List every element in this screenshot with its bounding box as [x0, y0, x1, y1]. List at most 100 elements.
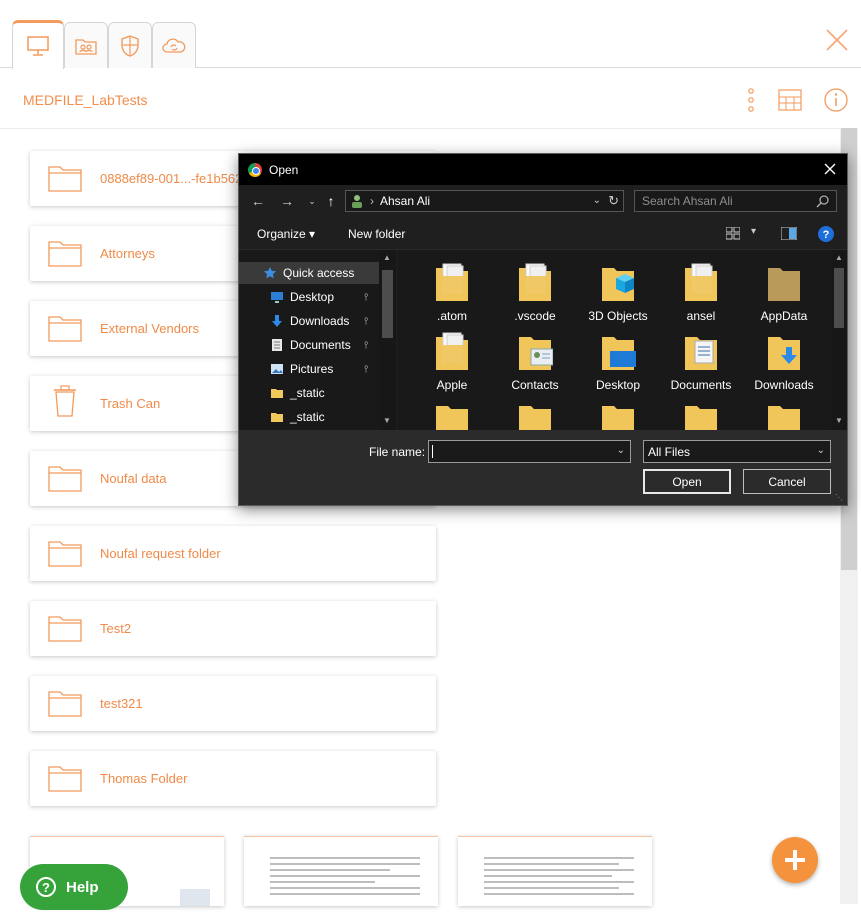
up-arrow-icon[interactable]: ↑ — [322, 192, 340, 210]
folder-item[interactable]: test321 — [30, 676, 436, 731]
address-bar[interactable]: › Ahsan Ali ⌄ ↻ — [345, 190, 624, 212]
folder-icon — [48, 689, 82, 717]
file-item[interactable]: .vscode — [498, 260, 572, 326]
file-item[interactable] — [498, 398, 572, 430]
folder-name: Attorneys — [100, 246, 155, 261]
file-item[interactable]: Desktop — [581, 329, 655, 395]
nav-pane-scrollbar[interactable]: ▲ ▼ — [379, 250, 396, 430]
new-folder-button[interactable]: New folder — [348, 227, 405, 241]
breadcrumb[interactable]: MEDFILE_LabTests — [23, 92, 148, 108]
tab-devices[interactable] — [12, 20, 64, 69]
folder-icon — [48, 164, 82, 192]
open-file-dialog: Open ← → ⌄ ↑ › Ahsan Ali ⌄ ↻ Search Ahsa… — [238, 153, 848, 506]
folder-icon — [270, 386, 284, 400]
view-options-icon[interactable] — [726, 227, 740, 240]
cloud-sync-icon — [162, 38, 186, 53]
tab-security[interactable] — [108, 22, 152, 68]
file-name-input[interactable]: ⌄ — [428, 440, 631, 463]
address-dropdown-icon[interactable]: ⌄ — [593, 195, 601, 206]
file-name-dropdown-icon[interactable]: ⌄ — [617, 445, 625, 456]
file-item[interactable]: Apple — [415, 329, 489, 395]
file-pane-scrollbar[interactable]: ▲ ▼ — [831, 250, 847, 430]
close-icon[interactable] — [825, 28, 849, 52]
search-input[interactable]: Search Ahsan Ali — [634, 190, 837, 212]
help-button[interactable]: ? Help — [20, 864, 128, 910]
file-item[interactable]: ansel — [664, 260, 738, 326]
file-item-label: Contacts — [511, 378, 559, 392]
nav-item[interactable]: Documents ⫯ — [239, 334, 379, 356]
nav-item[interactable]: Quick access — [239, 262, 379, 284]
file-name-label: File name: — [369, 445, 426, 459]
file-item[interactable]: 3D Objects — [581, 260, 655, 326]
nav-item[interactable]: Pictures ⫯ — [239, 358, 379, 380]
file-item-label: Desktop — [595, 378, 641, 392]
file-item[interactable]: Documents — [664, 329, 738, 395]
folder-icon — [48, 239, 82, 267]
file-item-label: Downloads — [754, 378, 814, 392]
back-arrow-icon[interactable]: ← — [249, 192, 267, 210]
file-type-select[interactable]: All Files ⌄ — [643, 440, 831, 463]
help-icon[interactable]: ? — [818, 226, 834, 242]
file-item[interactable] — [747, 398, 821, 430]
folder-name: 0888ef89-001...-fe1b562 — [100, 171, 243, 186]
folder-name: Trash Can — [100, 396, 161, 411]
nav-item[interactable]: _static — [239, 382, 379, 404]
question-icon: ? — [36, 877, 56, 897]
file-thumbnail[interactable] — [458, 836, 652, 906]
folder-icon — [600, 398, 636, 430]
file-item-label: .atom — [436, 309, 467, 323]
cancel-button[interactable]: Cancel — [743, 469, 831, 494]
recent-locations-icon[interactable]: ⌄ — [303, 192, 321, 210]
nav-item[interactable]: _static — [239, 406, 379, 428]
nav-item[interactable]: Downloads ⫯ — [239, 310, 379, 332]
folder-icon — [683, 260, 719, 304]
file-item[interactable]: Downloads — [747, 329, 821, 395]
folder-icon — [683, 329, 719, 373]
folder-name: Thomas Folder — [100, 771, 188, 786]
pictures-icon — [270, 362, 284, 376]
pin-icon: ⫯ — [364, 291, 369, 303]
folder-item[interactable]: Noufal request folder — [30, 526, 436, 581]
file-item[interactable] — [415, 398, 489, 430]
folder-name: Noufal request folder — [100, 546, 221, 561]
folder-icon — [766, 329, 802, 373]
organize-button[interactable]: Organize ▾ — [257, 227, 315, 241]
tab-cloud-sync[interactable] — [152, 22, 196, 68]
file-item-label: Apple — [436, 378, 468, 392]
file-type-dropdown-icon: ⌄ — [816, 445, 825, 456]
add-button[interactable] — [772, 837, 818, 883]
folder-icon — [48, 614, 82, 642]
forward-arrow-icon[interactable]: → — [278, 192, 296, 210]
more-options-icon[interactable] — [738, 87, 764, 113]
folder-item[interactable]: Test2 — [30, 601, 436, 656]
download-icon — [270, 314, 284, 328]
open-button[interactable]: Open — [643, 469, 731, 494]
star-icon — [263, 266, 277, 280]
dialog-close-icon[interactable] — [821, 160, 839, 178]
users-folder-icon — [75, 38, 97, 55]
info-icon[interactable] — [823, 87, 849, 113]
folder-icon — [600, 260, 636, 304]
file-item[interactable] — [581, 398, 655, 430]
view-dropdown-icon[interactable]: ▾ — [751, 226, 756, 237]
address-path: Ahsan Ali — [380, 194, 431, 208]
folder-item[interactable]: Thomas Folder — [30, 751, 436, 806]
resize-grip-icon[interactable]: ⋱ — [835, 493, 845, 503]
file-item[interactable]: .atom — [415, 260, 489, 326]
folder-icon — [48, 314, 82, 342]
preview-pane-icon[interactable] — [781, 227, 797, 240]
chrome-icon — [248, 162, 262, 177]
nav-item[interactable]: Desktop ⫯ — [239, 286, 379, 308]
file-thumbnail[interactable] — [244, 836, 438, 906]
folder-icon — [48, 764, 82, 792]
refresh-icon[interactable]: ↻ — [608, 193, 619, 209]
grid-view-icon[interactable] — [777, 87, 803, 113]
dialog-titlebar: Open — [239, 154, 847, 185]
file-item[interactable]: Contacts — [498, 329, 572, 395]
file-item[interactable] — [664, 398, 738, 430]
search-placeholder: Search Ahsan Ali — [642, 194, 733, 208]
nav-item-label: Documents — [290, 338, 351, 352]
folder-icon — [517, 398, 553, 430]
tab-shared[interactable] — [64, 22, 108, 68]
file-item[interactable]: AppData — [747, 260, 821, 326]
